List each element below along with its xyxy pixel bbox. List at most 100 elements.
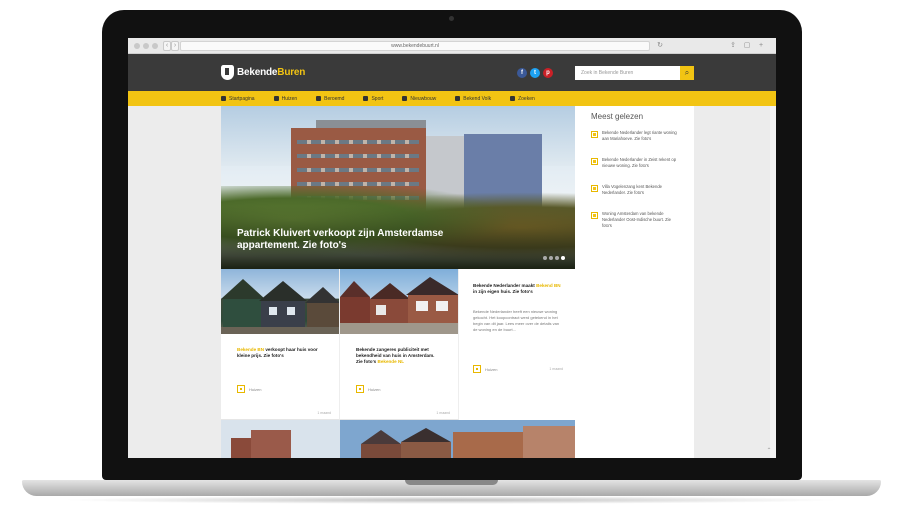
ball-icon (363, 96, 369, 101)
title-text: in zijn eigen huis. Zie foto's (473, 289, 533, 294)
sidebar-item-label: Woning Amsterdam van bekende Nederlander… (602, 211, 671, 228)
nav-label: Bekend Volk (463, 95, 492, 102)
article-title[interactable]: Bekende zangeres publiciteit met bekendh… (356, 347, 442, 365)
category-label: Huizen (368, 386, 381, 392)
sidebar-most-read: Meest gelezen Bekende Nederlander legt r… (575, 106, 694, 458)
back-icon[interactable]: ‹ (163, 41, 171, 51)
houses-illustration (221, 279, 339, 334)
article-meta: Huizen (356, 385, 380, 393)
hero-slider[interactable]: Patrick Kluivert verkoopt zijn Amsterdam… (221, 106, 575, 269)
window-row (297, 154, 419, 158)
pinterest-icon[interactable]: p (543, 68, 553, 78)
article-date: 1 maand (317, 411, 331, 415)
checkbox-icon (591, 212, 598, 219)
hero-roof (316, 120, 426, 128)
nav-label: Huizen (281, 95, 298, 102)
site-logo[interactable]: BekendeBuren (221, 64, 305, 80)
category-icon (356, 385, 364, 393)
tabs-icon[interactable]: ▢ (742, 41, 752, 51)
article-card[interactable]: Bekende BN verkoopt haar huis voor klein… (221, 269, 340, 420)
category-icon (237, 385, 245, 393)
maximize-window-icon[interactable] (152, 43, 158, 49)
scrollbar[interactable] (770, 106, 776, 458)
address-bar[interactable]: www.bekendebuurt.nl (180, 41, 650, 51)
logo-text: BekendeBuren (237, 67, 305, 78)
people-icon (455, 96, 461, 101)
checkbox-icon (591, 185, 598, 192)
laptop-shadow (60, 496, 843, 504)
title-highlight: Bekende NL (377, 359, 405, 364)
article-title[interactable]: Bekende Nederlander maakt Bekend BN in z… (473, 283, 563, 295)
sidebar-item-label: Bekende Nederlander legt riante woning a… (602, 130, 677, 141)
home-icon (221, 96, 226, 101)
logo-suffix: Buren (277, 66, 306, 78)
sidebar-item[interactable]: Bekende Nederlander legt riante woning a… (591, 130, 678, 142)
arrow-up-icon[interactable]: ⌃ (764, 446, 774, 456)
nav-label: Sport (371, 95, 384, 102)
sidebar-title: Meest gelezen (591, 112, 644, 121)
forward-icon[interactable]: › (171, 41, 179, 51)
nav-label: Startpagina (229, 95, 255, 102)
sidebar-item[interactable]: Villa Vogelenzang kent Bekende Nederland… (591, 184, 678, 196)
checkbox-icon (591, 131, 598, 138)
logo-icon (221, 64, 234, 80)
laptop-notch (405, 480, 498, 485)
article-meta: Huizen (473, 365, 497, 373)
search-input[interactable]: Zoek in Bekende Buren (575, 66, 680, 80)
nav-item-zoeken[interactable]: Zoeken (510, 96, 535, 102)
article-excerpt: Bekende Nederlander heeft een nieuwe won… (473, 309, 560, 332)
camera-icon (449, 16, 454, 21)
facebook-icon[interactable]: f (517, 68, 527, 78)
reload-icon[interactable]: ↻ (655, 41, 665, 51)
article-card-text[interactable]: Bekende Nederlander maakt Bekend BN in z… (459, 269, 575, 388)
category-label: Huizen (249, 386, 262, 392)
close-window-icon[interactable] (134, 43, 140, 49)
nav-item-bekend-volk[interactable]: Bekend Volk (455, 96, 491, 102)
nav-item-beroemd[interactable]: Beroemd (316, 96, 344, 102)
browser-window: ‹ › www.bekendebuurt.nl ↻ ⇪ ▢ + BekendeB… (128, 38, 776, 458)
slider-dot[interactable] (555, 256, 559, 260)
building-icon (402, 96, 408, 101)
logo-prefix: Bekende (237, 66, 278, 78)
slider-dot-active[interactable] (561, 256, 565, 260)
title-highlight: Bekende BN (237, 347, 265, 352)
nav-label: Beroemd (324, 95, 345, 102)
search-icon[interactable]: ⌕ (680, 66, 694, 80)
title-highlight: Bekend BN (536, 283, 561, 288)
minimize-window-icon[interactable] (143, 43, 149, 49)
nav-item-startpagina[interactable]: Startpagina (221, 96, 255, 102)
new-tab-icon[interactable]: + (756, 41, 766, 51)
house-icon (273, 96, 279, 101)
nav-item-huizen[interactable]: Huizen (273, 95, 298, 102)
slider-dot[interactable] (543, 256, 547, 260)
share-icon[interactable]: ⇪ (728, 41, 738, 51)
nav-item-nieuwbouw[interactable]: Nieuwbouw (402, 96, 436, 102)
site-header: BekendeBuren f t p Zoek in Bekende Buren… (128, 54, 776, 91)
window-row (297, 168, 419, 172)
nav-item-sport[interactable]: Sport (363, 96, 383, 102)
sidebar-item[interactable]: Woning Amsterdam van bekende Nederlander… (591, 211, 678, 229)
nav-label: Zoeken (518, 95, 535, 102)
checkbox-icon (591, 158, 598, 165)
twitter-icon[interactable]: t (530, 68, 540, 78)
sidebar-item-label: Villa Vogelenzang kent Bekende Nederland… (602, 184, 662, 195)
nav-label: Nieuwbouw (410, 95, 437, 102)
sidebar-item-label: Bekende Nederlander in Zeist rekent op n… (602, 157, 677, 168)
slider-dot[interactable] (549, 256, 553, 260)
article-card[interactable]: Bekende zangeres publiciteit met bekendh… (340, 269, 459, 420)
star-icon (316, 96, 322, 101)
article-image (340, 269, 458, 334)
hero-title[interactable]: Patrick Kluivert verkoopt zijn Amsterdam… (237, 228, 467, 252)
article-date: 1 maand (436, 411, 450, 415)
main-nav: Startpagina Huizen Beroemd Sport Nieuwbo… (128, 91, 776, 106)
article-meta: Huizen (237, 385, 261, 393)
sidebar-item[interactable]: Bekende Nederlander in Zeist rekent op n… (591, 157, 678, 169)
article-title[interactable]: Bekende BN verkoopt haar huis voor klein… (237, 347, 323, 359)
article-date: 1 maand (549, 367, 563, 371)
main-content: Patrick Kluivert verkoopt zijn Amsterdam… (221, 106, 694, 458)
window-row (297, 140, 419, 144)
search-icon (510, 96, 516, 101)
row-images (221, 420, 575, 458)
browser-toolbar: ‹ › www.bekendebuurt.nl ↻ ⇪ ▢ + (128, 38, 776, 54)
category-icon (473, 365, 481, 373)
